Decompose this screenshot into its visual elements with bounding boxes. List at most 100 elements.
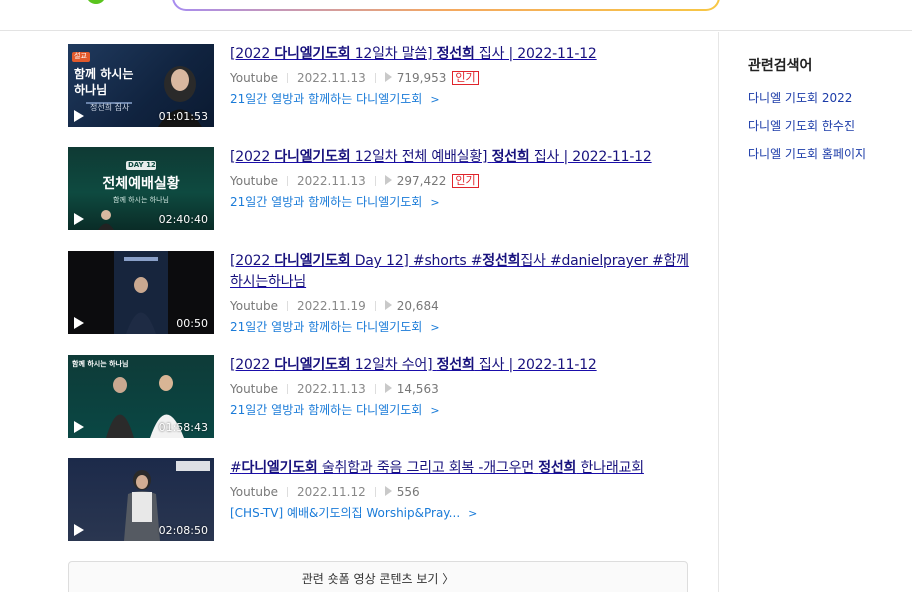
title-text: 집사 | 2022-11-12 xyxy=(474,46,597,62)
search-box[interactable] xyxy=(172,0,720,11)
related-search-link[interactable]: 다니엘 기도회 한수진 xyxy=(748,117,908,136)
video-duration: 00:50 xyxy=(176,317,208,330)
channel-link[interactable]: 21일간 열방과 함께하는 다니엘기도회 > xyxy=(230,90,700,108)
more-shortform-button[interactable]: 관련 숏폼 영상 콘텐츠 보기 〉 xyxy=(68,561,688,592)
video-date: 2022.11.13 xyxy=(297,71,366,85)
channel-name: 21일간 열방과 함께하는 다니엘기도회 xyxy=(230,92,423,106)
video-duration: 01:01:53 xyxy=(158,110,208,123)
title-text: [2022 xyxy=(230,357,275,373)
video-info: [2022 다니엘기도회 12일차 말씀] 정선희 집사 | 2022-11-1… xyxy=(230,44,700,108)
play-icon xyxy=(74,110,84,122)
thumbnail-caption: 정선희 집사 xyxy=(90,103,130,112)
chevron-right-icon: > xyxy=(430,404,440,417)
thumbnail-tag: DAY 12 xyxy=(128,161,156,169)
video-thumbnail[interactable]: 함께 하시는 하나님 01:58:43 xyxy=(68,355,214,438)
channel-link[interactable]: 21일간 열방과 함께하는 다니엘기도회 > xyxy=(230,401,700,419)
top-bar xyxy=(0,0,912,31)
view-count: 297,422 xyxy=(396,174,447,188)
play-icon xyxy=(74,524,84,536)
video-source: Youtube xyxy=(230,485,278,499)
video-title-link[interactable]: [2022 다니엘기도회 Day 12] #shorts #정선희집사 #dan… xyxy=(230,251,700,293)
video-source: Youtube xyxy=(230,71,278,85)
video-source: Youtube xyxy=(230,382,278,396)
video-title-link[interactable]: [2022 다니엘기도회 12일차 수어] 정선희 집사 | 2022-11-1… xyxy=(230,355,700,376)
video-source: Youtube xyxy=(230,299,278,313)
video-date: 2022.11.12 xyxy=(297,485,366,499)
meta-divider xyxy=(374,487,376,497)
related-searches-title: 관련검색어 xyxy=(748,58,813,74)
chevron-right-icon: > xyxy=(468,507,478,520)
video-result-item: 함께 하시는 하나님 01:58:43 [2022 다니엘기도회 12일차 수어… xyxy=(68,355,708,439)
thumbnail-caption: 함께 하시는 하나님 xyxy=(113,196,169,204)
title-text: 12일차 말씀] xyxy=(350,46,437,62)
video-date: 2022.11.19 xyxy=(297,299,366,313)
play-count-icon xyxy=(384,175,392,185)
title-highlight: 다니엘기도회 xyxy=(274,46,351,62)
view-count: 14,563 xyxy=(396,382,439,396)
video-thumbnail[interactable]: 설교 함께 하시는 하나님 정선희 집사 01:01:53 xyxy=(68,44,214,127)
related-searches: 관련검색어 다니엘 기도회 2022 다니엘 기도회 한수진 다니엘 기도회 홈… xyxy=(748,55,908,164)
video-info: [2022 다니엘기도회 12일차 수어] 정선희 집사 | 2022-11-1… xyxy=(230,355,700,419)
view-count: 719,953 xyxy=(396,71,447,85)
video-duration: 02:08:50 xyxy=(158,524,208,537)
view-count: 20,684 xyxy=(396,299,439,313)
search-input[interactable] xyxy=(174,0,718,9)
title-text: [2022 xyxy=(230,149,275,165)
related-search-link[interactable]: 다니엘 기도회 2022 xyxy=(748,89,908,108)
title-highlight: 정선희 xyxy=(491,149,530,165)
video-meta: Youtube 2022.11.13 14,563 xyxy=(230,380,700,398)
meta-divider xyxy=(374,384,376,394)
logo[interactable] xyxy=(86,0,106,4)
video-title-link[interactable]: #다니엘기도회 술취함과 죽음 그리고 회복 -개그우먼 정선희 한나래교회 xyxy=(230,458,700,479)
video-duration: 01:58:43 xyxy=(158,421,208,434)
video-thumbnail[interactable]: 00:50 xyxy=(68,251,214,334)
video-results: 설교 함께 하시는 하나님 정선희 집사 01:01:53 [2022 다니엘기… xyxy=(0,32,718,592)
channel-link[interactable]: [CHS-TV] 예배&기도의집 Worship&Pray... > xyxy=(230,504,700,522)
channel-name: 21일간 열방과 함께하는 다니엘기도회 xyxy=(230,403,423,417)
play-icon xyxy=(74,421,84,433)
title-highlight: 정선희 xyxy=(482,253,521,269)
meta-divider xyxy=(287,73,288,83)
thumbnail-tag: 설교 xyxy=(74,52,87,60)
video-thumbnail[interactable]: DAY 12 전체예배실황 함께 하시는 하나님 02:40:40 xyxy=(68,147,214,230)
title-highlight: 다니엘기도회 xyxy=(274,149,351,165)
title-highlight: 정선희 xyxy=(538,460,577,476)
title-text: Day 12] #shorts # xyxy=(350,253,483,269)
column-divider xyxy=(718,32,719,592)
video-info: [2022 다니엘기도회 12일차 전체 예배실황] 정선희 집사 | 2022… xyxy=(230,147,700,211)
title-text: 술취함과 죽음 그리고 회복 -개그우먼 xyxy=(317,460,539,476)
meta-divider xyxy=(287,176,288,186)
video-date: 2022.11.13 xyxy=(297,382,366,396)
video-result-item: 00:50 [2022 다니엘기도회 Day 12] #shorts #정선희집… xyxy=(68,251,708,335)
video-title-link[interactable]: [2022 다니엘기도회 12일차 전체 예배실황] 정선희 집사 | 2022… xyxy=(230,147,700,168)
chevron-right-icon: > xyxy=(430,321,440,334)
video-title-link[interactable]: [2022 다니엘기도회 12일차 말씀] 정선희 집사 | 2022-11-1… xyxy=(230,44,700,65)
video-duration: 02:40:40 xyxy=(158,213,208,226)
video-meta: Youtube 2022.11.13 297,422 인기 xyxy=(230,172,700,190)
video-result-item: DAY 12 전체예배실황 함께 하시는 하나님 02:40:40 [2022 … xyxy=(68,147,708,231)
channel-link[interactable]: 21일간 열방과 함께하는 다니엘기도회 > xyxy=(230,318,700,336)
related-search-link[interactable]: 다니엘 기도회 홈페이지 xyxy=(748,145,908,164)
channel-name: 21일간 열방과 함께하는 다니엘기도회 xyxy=(230,320,423,334)
meta-divider xyxy=(287,301,288,311)
popular-badge: 인기 xyxy=(452,71,479,85)
channel-name: 21일간 열방과 함께하는 다니엘기도회 xyxy=(230,195,423,209)
title-text: 집사 | 2022-11-12 xyxy=(529,149,652,165)
play-count-icon xyxy=(384,486,392,496)
meta-divider xyxy=(287,384,288,394)
meta-divider xyxy=(287,487,288,497)
video-info: [2022 다니엘기도회 Day 12] #shorts #정선희집사 #dan… xyxy=(230,251,700,336)
title-highlight: 정선희 xyxy=(436,357,475,373)
video-meta: Youtube 2022.11.12 556 xyxy=(230,483,700,501)
play-count-icon xyxy=(384,300,392,310)
title-text: [2022 xyxy=(230,46,275,62)
chevron-right-icon: > xyxy=(430,196,440,209)
thumbnail-tag: 함께 하시는 하나님 xyxy=(72,360,129,368)
video-result-item: 설교 함께 하시는 하나님 정선희 집사 01:01:53 [2022 다니엘기… xyxy=(68,44,708,128)
play-count-icon xyxy=(384,72,392,82)
video-thumbnail[interactable]: 02:08:50 xyxy=(68,458,214,541)
title-text: 집사 | 2022-11-12 xyxy=(474,357,597,373)
video-date: 2022.11.13 xyxy=(297,174,366,188)
channel-link[interactable]: 21일간 열방과 함께하는 다니엘기도회 > xyxy=(230,193,700,211)
play-icon xyxy=(74,213,84,225)
